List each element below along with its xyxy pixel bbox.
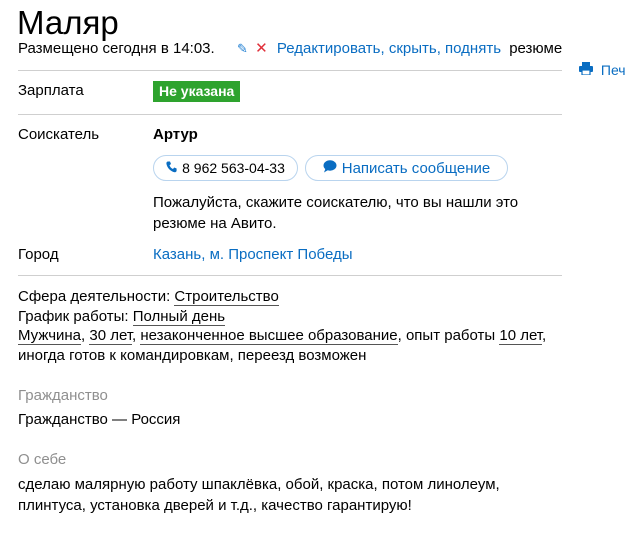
about-text: сделаю малярную работу шпаклёвка, обой, … [18, 476, 500, 514]
salary-badge: Не указана [153, 81, 241, 102]
avito-hint: Пожалуйста, скажите соискателю, что вы н… [153, 194, 519, 232]
travel-info: иногда готов к командировкам, переезд во… [18, 346, 367, 364]
comma-sep: , [436, 40, 441, 57]
divider [18, 114, 562, 115]
about-heading: О себе [18, 451, 67, 468]
city-link[interactable]: Казань, м. Проспект Победы [153, 246, 353, 264]
experience-value[interactable]: 10 лет [499, 327, 543, 345]
meta-tail: резюме [509, 40, 563, 57]
experience-prefix: опыт работы [405, 327, 496, 344]
salary-value: Не указана [153, 81, 241, 102]
meta-line: Размещено сегодня в 14:03. ✎ ✕ Редактиро… [18, 40, 562, 58]
schedule-row: График работы: Полный день [18, 307, 558, 327]
resume-details: Сфера деятельности: Строительство График… [18, 287, 558, 365]
write-message-button[interactable]: Написать сообщение [305, 155, 508, 181]
education-value[interactable]: незаконченное высшее образование [140, 327, 398, 345]
resume-page: Маляр Размещено сегодня в 14:03. ✎ ✕ Ред… [0, 0, 627, 537]
salary-label: Зарплата [18, 82, 84, 99]
personal-info: Мужчина, 30 лет, незаконченное высшее об… [18, 327, 547, 364]
schedule-value[interactable]: Полный день [132, 307, 226, 326]
print-link[interactable]: Печ [579, 62, 626, 78]
gender-value[interactable]: Мужчина [18, 327, 82, 345]
field-row: Сфера деятельности: Строительство [18, 287, 558, 307]
raise-link[interactable]: поднять [445, 40, 501, 57]
age-value[interactable]: 30 лет [89, 327, 133, 345]
print-label[interactable]: Печ [601, 62, 626, 78]
divider [18, 70, 562, 71]
schedule-label: График работы: [18, 307, 129, 325]
phone-number[interactable]: 8 962 563-04-33 [182, 160, 285, 176]
printer-icon [579, 62, 597, 78]
phone-button[interactable]: 8 962 563-04-33 [153, 155, 298, 181]
phone-icon [166, 161, 177, 176]
comma-sep: , [380, 40, 385, 57]
divider [18, 275, 562, 276]
close-icon[interactable]: ✕ [255, 40, 268, 57]
chat-icon [323, 160, 337, 176]
city-label: Город [18, 246, 59, 263]
field-value[interactable]: Строительство [174, 288, 279, 306]
pencil-icon[interactable]: ✎ [237, 41, 248, 56]
page-title: Маляр [17, 4, 119, 41]
posted-date: Размещено сегодня в 14:03. [18, 40, 215, 57]
field-label: Сфера деятельности: [18, 288, 171, 305]
citizenship-text: Гражданство — Россия [18, 411, 181, 428]
hide-link[interactable]: скрыть [389, 40, 437, 57]
write-message-label[interactable]: Написать сообщение [342, 160, 491, 177]
applicant-name: Артур [153, 126, 198, 143]
edit-link[interactable]: Редактировать [277, 40, 381, 57]
applicant-label: Соискатель [18, 126, 100, 143]
citizenship-heading: Гражданство [18, 387, 108, 404]
